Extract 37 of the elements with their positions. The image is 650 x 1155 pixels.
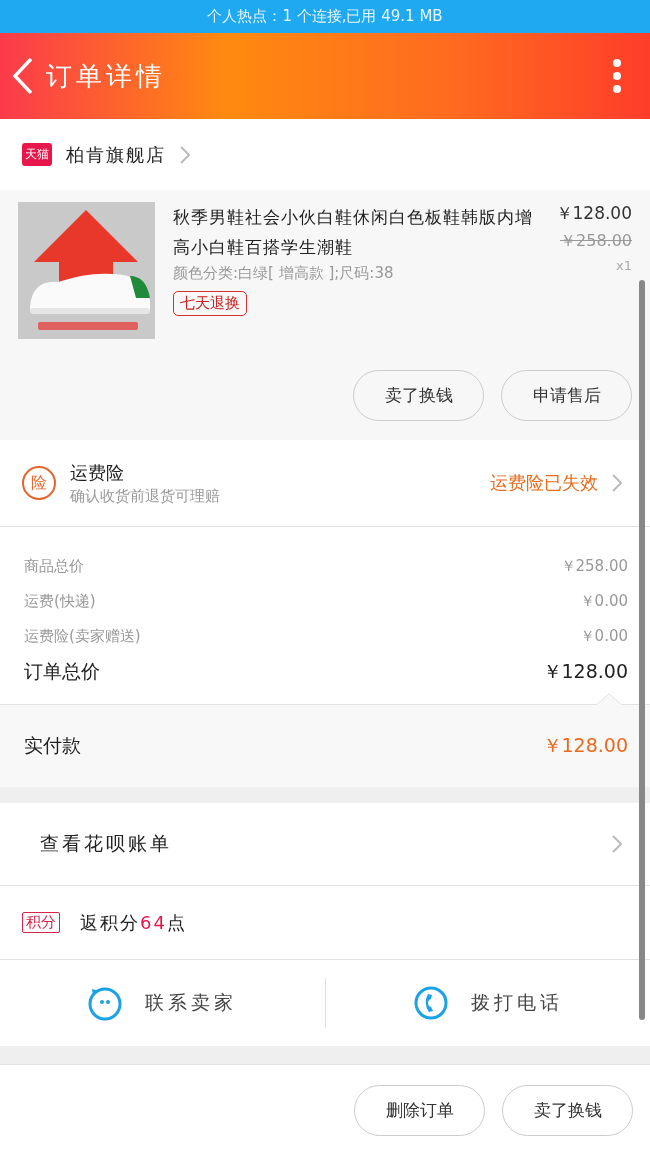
product-sku: 颜色分类:白绿[ 增高款 ];尺码:38 bbox=[173, 264, 394, 283]
store-row[interactable]: 天猫 柏肯旗舰店 bbox=[0, 119, 650, 190]
chat-icon bbox=[87, 985, 124, 1021]
page-title: 订单详情 bbox=[46, 59, 167, 93]
summary-value: ￥0.00 bbox=[579, 592, 628, 611]
return-tag: 七天退换 bbox=[173, 291, 247, 316]
phone-icon bbox=[412, 985, 449, 1021]
summary-label: 运费险(卖家赠送) bbox=[24, 627, 141, 646]
insurance-badge: 险 bbox=[22, 466, 56, 500]
store-name: 柏肯旗舰店 bbox=[66, 142, 166, 167]
summary-value: ￥0.00 bbox=[579, 627, 628, 646]
original-price: ￥258.00 bbox=[560, 231, 632, 252]
product-title[interactable]: 秋季男鞋社会小伙白鞋休闲白色板鞋韩版内增高小白鞋百搭学生潮鞋 bbox=[173, 202, 534, 262]
product-price: ￥128.00 bbox=[555, 202, 632, 225]
huabei-label: 查看花呗账单 bbox=[40, 831, 172, 856]
summary-label: 订单总价 bbox=[24, 659, 100, 684]
summary-label: 运费(快递) bbox=[24, 592, 96, 611]
paid-label: 实付款 bbox=[24, 733, 81, 758]
contact-button[interactable]: 拨打电话 bbox=[325, 960, 650, 1046]
summary-label: 商品总价 bbox=[24, 557, 84, 576]
chevron-icon bbox=[612, 835, 622, 853]
status-text: 个人热点：1 个连接,已用 49.1 MB bbox=[207, 7, 443, 26]
contact-button[interactable]: 联系卖家 bbox=[0, 960, 325, 1046]
summary-value: ￥258.00 bbox=[560, 557, 628, 576]
points-badge: 积分 bbox=[22, 912, 60, 933]
chevron-icon bbox=[612, 474, 622, 492]
quantity: x1 bbox=[616, 258, 632, 273]
chevron-icon bbox=[180, 145, 190, 164]
back-button[interactable] bbox=[12, 57, 34, 95]
summary-value: ￥128.00 bbox=[542, 659, 628, 684]
paid-value: ￥128.00 bbox=[542, 733, 628, 758]
store-badge: 天猫 bbox=[22, 143, 52, 166]
more-icon[interactable] bbox=[612, 59, 622, 93]
insurance-subtitle: 确认收货前退货可理赔 bbox=[70, 486, 221, 506]
points-text: 返积分 64 点 bbox=[80, 910, 187, 935]
insurance-status: 运费险已失效 bbox=[490, 471, 598, 495]
insurance-title: 运费险 bbox=[70, 460, 125, 485]
